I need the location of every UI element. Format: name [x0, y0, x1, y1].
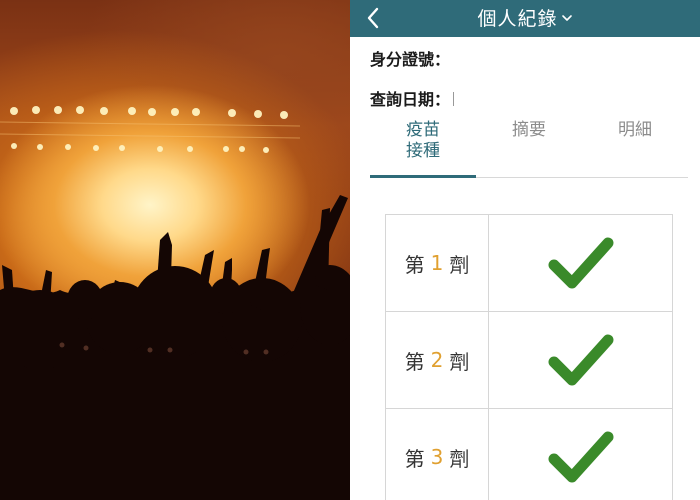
dose-label: 第3劑	[386, 409, 489, 500]
query-date-label: 查詢日期：	[370, 90, 451, 109]
dose-suffix: 劑	[449, 252, 470, 277]
table-row: 第1劑	[386, 215, 672, 312]
tab-bar: 疫苗 接種 摘要 明細	[370, 120, 688, 180]
tab-vaccination[interactable]: 疫苗 接種	[370, 120, 476, 162]
tab-details[interactable]: 明細	[582, 120, 688, 141]
id-number-row: 身分證號：	[370, 46, 450, 70]
id-number-label: 身分證號：	[370, 50, 451, 69]
table-row: 第3劑	[386, 409, 672, 500]
app-screen: 個人紀錄 身分證號： 查詢日期： 疫苗 接種 摘要 明細 第1劑 第 2 劑 第…	[350, 0, 700, 500]
tab-summary[interactable]: 摘要	[476, 120, 582, 141]
tab-label-line1: 疫苗	[406, 120, 440, 140]
tab-label-line1: 摘要	[512, 120, 546, 140]
dose-number: 2	[430, 348, 444, 372]
dose-table: 第1劑 第2劑 第3劑	[385, 214, 673, 500]
dose-status	[490, 215, 672, 311]
table-row: 第2劑	[386, 312, 672, 409]
tab-label-line1: 明細	[618, 120, 652, 140]
check-icon	[548, 431, 614, 483]
query-date-row: 查詢日期：	[370, 86, 455, 110]
dose-status	[490, 312, 672, 408]
nav-bar: 個人紀錄	[350, 0, 700, 37]
text-cursor	[453, 92, 455, 106]
page-title-dropdown[interactable]: 個人紀錄	[350, 4, 700, 31]
dose-status	[490, 409, 672, 500]
tab-label-line2: 接種	[406, 141, 440, 161]
dose-number: 3	[430, 445, 444, 469]
dose-label: 第2劑	[386, 312, 489, 408]
concert-photo	[0, 0, 350, 500]
dose-number: 1	[430, 251, 444, 275]
active-tab-indicator	[370, 175, 476, 178]
dose-suffix: 劑	[449, 446, 470, 471]
concert-crowd-image	[0, 106, 350, 500]
dose-prefix: 第	[404, 252, 425, 277]
dose-suffix: 劑	[449, 349, 470, 374]
check-icon	[548, 237, 614, 289]
check-icon	[548, 334, 614, 386]
dose-prefix: 第	[404, 446, 425, 471]
dose-prefix: 第	[404, 349, 425, 374]
chevron-down-icon	[561, 15, 572, 21]
page-title: 個人紀錄	[477, 8, 558, 30]
dose-label: 第1劑	[386, 215, 489, 311]
